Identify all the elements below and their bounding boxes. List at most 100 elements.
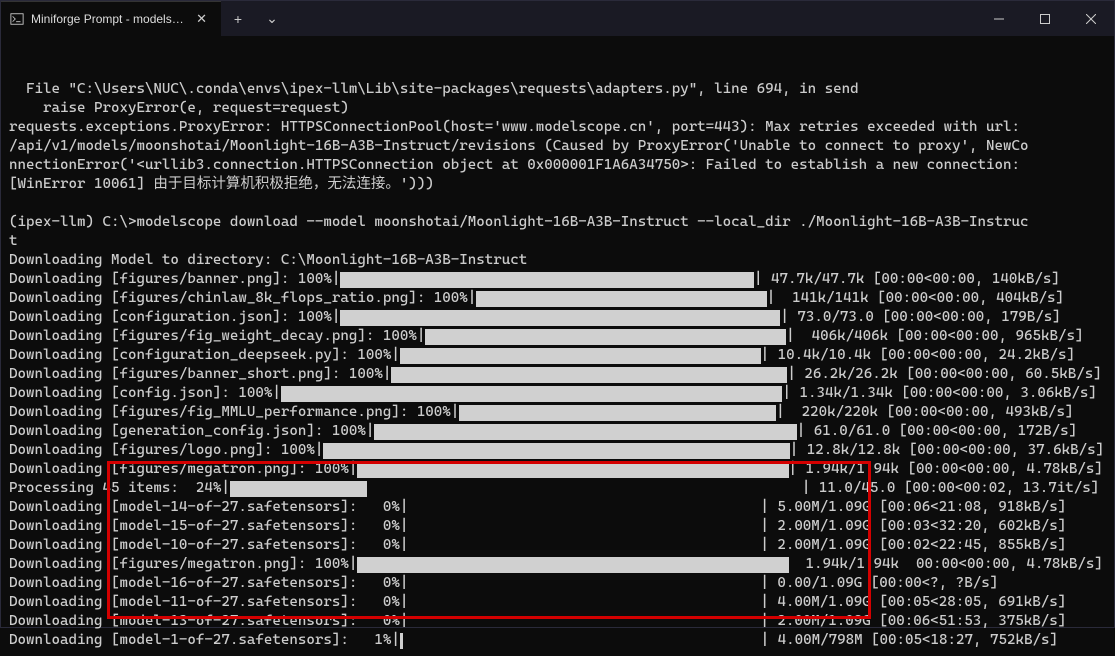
progress-row: Downloading [figures/banner.png]: 100%| |…: [9, 270, 1106, 289]
maximize-button[interactable]: [1022, 1, 1068, 36]
progress-label: Downloading [model-1-of-27.safetensors]:…: [9, 631, 400, 650]
progress-label: Processing 45 items: 24%|: [9, 479, 230, 498]
progress-label: Downloading [model-11-of-27.safetensors]…: [9, 593, 408, 612]
progress-stats: | 10.4k/10.4k [00:00<00:00, 24.2kB/s]: [761, 346, 1075, 365]
progress-label: Downloading [model-15-of-27.safetensors]…: [9, 517, 408, 536]
progress-stats: | 61.0/61.0 [00:00<00:00, 172B/s]: [797, 422, 1077, 441]
progress-label: Downloading [figures/megatron.png]: 100%…: [9, 460, 357, 479]
output-line: raise ProxyError(e, request=request): [9, 99, 1106, 118]
progress-fill: [400, 348, 761, 364]
progress-fill: [323, 443, 789, 459]
progress-fill: [476, 291, 766, 307]
progress-empty: [408, 538, 760, 554]
progress-row: Downloading [model-13-of-27.safetensors]…: [9, 612, 1106, 631]
progress-empty: [408, 500, 760, 516]
progress-row: Downloading [model-10-of-27.safetensors]…: [9, 536, 1106, 555]
progress-row: Downloading [figures/fig_weight_decay.pn…: [9, 327, 1106, 346]
progress-empty: [408, 614, 760, 630]
progress-row: Downloading [figures/megatron.png]: 100%…: [9, 460, 1106, 479]
minimize-button[interactable]: [976, 1, 1022, 36]
progress-stats: | 2.00M/1.09G [00:02<22:45, 855kB/s]: [760, 536, 1066, 555]
progress-stats: | 220k/220k [00:00<00:00, 493kB/s]: [776, 403, 1073, 422]
progress-label: Downloading [generation_config.json]: 10…: [9, 422, 374, 441]
progress-stats: | 26.2k/26.2k [00:00<00:00, 60.5kB/s]: [787, 365, 1101, 384]
tab-title: Miniforge Prompt - modelscop: [31, 12, 186, 26]
progress-empty: [408, 519, 760, 535]
progress-stats: | 0.00/1.09G [00:00<?, ?B/s]: [760, 574, 998, 593]
progress-fill: [340, 310, 780, 326]
progress-stats: | 4.00M/798M [00:05<18:27, 752kB/s]: [761, 631, 1058, 650]
progress-label: Downloading [config.json]: 100%|: [9, 384, 281, 403]
progress-label: Downloading [figures/megatron.png]: 100%…: [9, 555, 357, 574]
progress-label: Downloading [model-10-of-27.safetensors]…: [9, 536, 408, 555]
progress-stats: | 1.34k/1.34k [00:00<00:00, 3.06kB/s]: [782, 384, 1096, 403]
titlebar-drag-area[interactable]: [289, 1, 976, 36]
progress-label: Downloading [model-13-of-27.safetensors]…: [9, 612, 408, 631]
progress-stats: | 47.7k/47.7k [00:00<00:00, 140kB/s]: [754, 270, 1060, 289]
progress-row: Downloading [figures/fig_MMLU_performanc…: [9, 403, 1106, 422]
output-line: /api/v1/models/moonshotai/Moonlight-16B-…: [9, 137, 1106, 156]
output-line: requests.exceptions.ProxyError: HTTPSCon…: [9, 118, 1106, 137]
progress-row: Downloading [figures/banner_short.png]: …: [9, 365, 1106, 384]
progress-stats: | 1.94k/1.94k [00:00<00:00, 4.78kB/s]: [789, 460, 1103, 479]
progress-row: Downloading [model-14-of-27.safetensors]…: [9, 498, 1106, 517]
progress-fill: [374, 424, 796, 440]
progress-row: Downloading [figures/chinlaw_8k_flops_ra…: [9, 289, 1106, 308]
close-window-button[interactable]: [1068, 1, 1114, 36]
output-line: t: [9, 232, 1106, 251]
progress-empty: [408, 576, 760, 592]
progress-stats: | 12.8k/12.8k [00:00<00:00, 37.6kB/s]: [790, 441, 1104, 460]
progress-row: Downloading [model-16-of-27.safetensors]…: [9, 574, 1106, 593]
progress-stats: | 11.0/45.0 [00:00<00:02, 13.7it/s]: [802, 479, 1099, 498]
progress-row: Downloading [model-1-of-27.safetensors]:…: [9, 631, 1106, 650]
progress-label: Downloading [model-14-of-27.safetensors]…: [9, 498, 408, 517]
progress-row: Downloading [generation_config.json]: 10…: [9, 422, 1106, 441]
output-line: nnectionError('<urllib3.connection.HTTPS…: [9, 156, 1106, 175]
terminal-output[interactable]: File "C:\Users\NUC\.conda\envs\ipex-llm\…: [1, 36, 1114, 656]
progress-row: Downloading [figures/logo.png]: 100%| | 1…: [9, 441, 1106, 460]
output-line: (ipex-llm) C:\>modelscope download --mod…: [9, 213, 1106, 232]
progress-row: Downloading [configuration_deepseek.py]:…: [9, 346, 1106, 365]
progress-label: Downloading [figures/fig_MMLU_performanc…: [9, 403, 459, 422]
terminal-icon: [9, 11, 25, 27]
progress-empty: [403, 633, 760, 649]
output-line: Downloading Model to directory: C:\Moonl…: [9, 251, 1106, 270]
tab-close-button[interactable]: ✕: [192, 10, 211, 29]
progress-fill: [230, 481, 367, 497]
progress-label: Downloading [figures/logo.png]: 100%|: [9, 441, 323, 460]
progress-label: Downloading [figures/banner.png]: 100%|: [9, 270, 340, 289]
tab-dropdown-button[interactable]: ⌄: [255, 1, 289, 36]
output-line: [9, 194, 1106, 213]
progress-fill: [340, 272, 754, 288]
new-tab-button[interactable]: +: [221, 1, 255, 36]
progress-fill: [425, 329, 786, 345]
titlebar: Miniforge Prompt - modelscop ✕ + ⌄: [1, 1, 1114, 36]
progress-label: Downloading [configuration.json]: 100%|: [9, 308, 340, 327]
progress-stats: | 73.0/73.0 [00:00<00:00, 179B/s]: [780, 308, 1060, 327]
progress-stats: | 2.00M/1.09G [00:03<32:20, 602kB/s]: [760, 517, 1066, 536]
progress-stats: | 4.00M/1.09G [00:05<28:05, 691kB/s]: [760, 593, 1066, 612]
progress-label: Downloading [figures/fig_weight_decay.pn…: [9, 327, 425, 346]
progress-empty: [408, 595, 760, 611]
progress-stats: | 141k/141k [00:00<00:00, 404kB/s]: [767, 289, 1064, 308]
progress-fill: [459, 405, 776, 421]
tab-active[interactable]: Miniforge Prompt - modelscop ✕: [1, 1, 221, 36]
progress-fill: [357, 557, 788, 573]
output-line: [WinError 10061] 由于目标计算机积极拒绝，无法连接。'))): [9, 175, 1106, 194]
progress-row: Downloading [figures/megatron.png]: 100%…: [9, 555, 1106, 574]
progress-row: Downloading [model-11-of-27.safetensors]…: [9, 593, 1106, 612]
progress-label: Downloading [figures/banner_short.png]: …: [9, 365, 391, 384]
progress-row: Downloading [configuration.json]: 100%| |…: [9, 308, 1106, 327]
progress-label: Downloading [model-16-of-27.safetensors]…: [9, 574, 408, 593]
progress-row: Downloading [config.json]: 100%| | 1.34k/…: [9, 384, 1106, 403]
progress-stats: | 5.00M/1.09G [00:06<21:08, 918kB/s]: [760, 498, 1066, 517]
progress-stats: | 406k/406k [00:00<00:00, 965kB/s]: [786, 327, 1083, 346]
progress-stats: 1.94k/1.94k 00:00<00:00, 4.78kB/s]: [789, 555, 1103, 574]
progress-stats: | 2.00M/1.09G [00:06<51:53, 375kB/s]: [760, 612, 1066, 631]
progress-label: Downloading [configuration_deepseek.py]:…: [9, 346, 400, 365]
progress-fill: [391, 367, 787, 383]
progress-row: Downloading [model-15-of-27.safetensors]…: [9, 517, 1106, 536]
progress-label: Downloading [figures/chinlaw_8k_flops_ra…: [9, 289, 476, 308]
progress-row: Processing 45 items: 24%| | 11.0/45.0 [00…: [9, 479, 1106, 498]
progress-empty: [367, 481, 802, 497]
